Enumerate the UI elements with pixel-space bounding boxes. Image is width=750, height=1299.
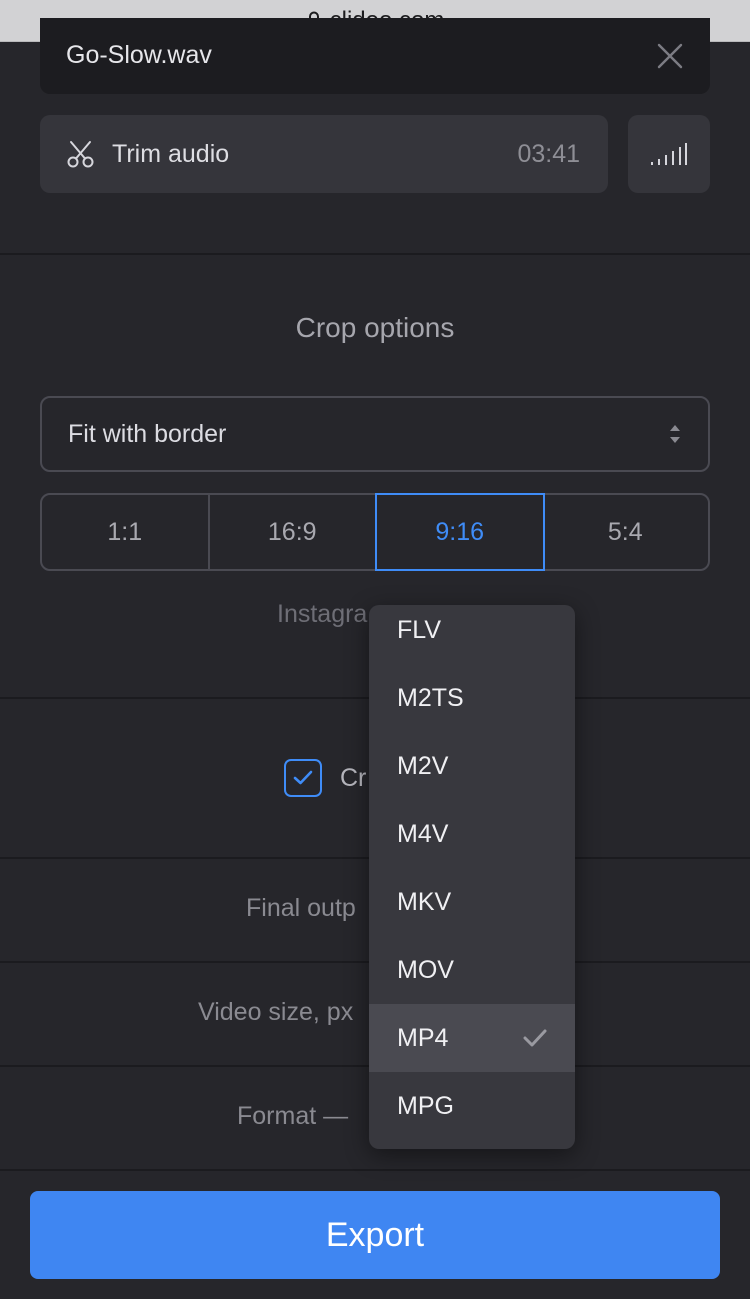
format-option-label: MP4 xyxy=(397,1023,449,1052)
format-option-label: M2V xyxy=(397,751,449,780)
volume-bars-icon xyxy=(651,143,687,165)
format-option-m4v[interactable]: M4V xyxy=(369,800,575,868)
trim-audio-label: Trim audio xyxy=(112,139,230,168)
crop-checkbox[interactable] xyxy=(284,759,322,797)
divider xyxy=(0,1169,750,1171)
export-button[interactable]: Export xyxy=(30,1191,720,1279)
ratio-16-9[interactable]: 16:9 xyxy=(210,495,377,569)
aspect-ratio-group: 1:1 16:9 9:16 5:4 xyxy=(40,493,710,571)
close-icon xyxy=(657,43,683,69)
format-option-label: MOV xyxy=(397,955,454,984)
format-option-label: M4V xyxy=(397,819,449,848)
remove-file-button[interactable] xyxy=(656,42,684,70)
format-option-flv[interactable]: FLV xyxy=(369,605,575,664)
format-option-mov[interactable]: MOV xyxy=(369,936,575,1004)
audio-file-row: Go-Slow.wav xyxy=(40,18,710,94)
format-option-label: MPG xyxy=(397,1091,454,1120)
format-option-m2ts[interactable]: M2TS xyxy=(369,664,575,732)
ratio-9-16[interactable]: 9:16 xyxy=(375,493,545,571)
volume-button[interactable] xyxy=(628,115,710,193)
platform-hint: Instagra xyxy=(277,600,368,628)
crop-mode-select[interactable]: Fit with border xyxy=(40,396,710,472)
format-dropdown: FLV M2TS M2V M4V MKV MOV MP4 MPG xyxy=(369,605,575,1149)
checkmark-icon xyxy=(293,770,313,785)
trim-audio-button[interactable]: Trim audio 03:41 xyxy=(40,115,608,193)
crop-checkbox-label: Cr xyxy=(340,763,367,792)
audio-duration: 03:41 xyxy=(517,139,580,168)
format-option-label: M2TS xyxy=(397,683,464,712)
format-option-mpg[interactable]: MPG xyxy=(369,1072,575,1140)
file-name: Go-Slow.wav xyxy=(66,40,212,69)
format-option-mp4[interactable]: MP4 xyxy=(369,1004,575,1072)
divider xyxy=(0,253,750,255)
select-arrows-icon xyxy=(670,425,680,443)
format-option-m2v[interactable]: M2V xyxy=(369,732,575,800)
ratio-1-1[interactable]: 1:1 xyxy=(42,495,210,569)
crop-mode-value: Fit with border xyxy=(68,419,227,448)
checkmark-icon xyxy=(523,1029,547,1047)
final-output-label: Final outp xyxy=(246,894,356,922)
format-label: Format — xyxy=(237,1102,349,1130)
ratio-5-4[interactable]: 5:4 xyxy=(543,495,709,569)
format-option-label: MKV xyxy=(397,887,452,916)
crop-options-title: Crop options xyxy=(295,312,455,343)
format-option-label: FLV xyxy=(397,615,441,644)
scissors-icon xyxy=(66,139,96,169)
crop-checkbox-row: Cr xyxy=(284,759,366,797)
video-size-label: Video size, px xyxy=(198,998,354,1026)
format-option-mkv[interactable]: MKV xyxy=(369,868,575,936)
